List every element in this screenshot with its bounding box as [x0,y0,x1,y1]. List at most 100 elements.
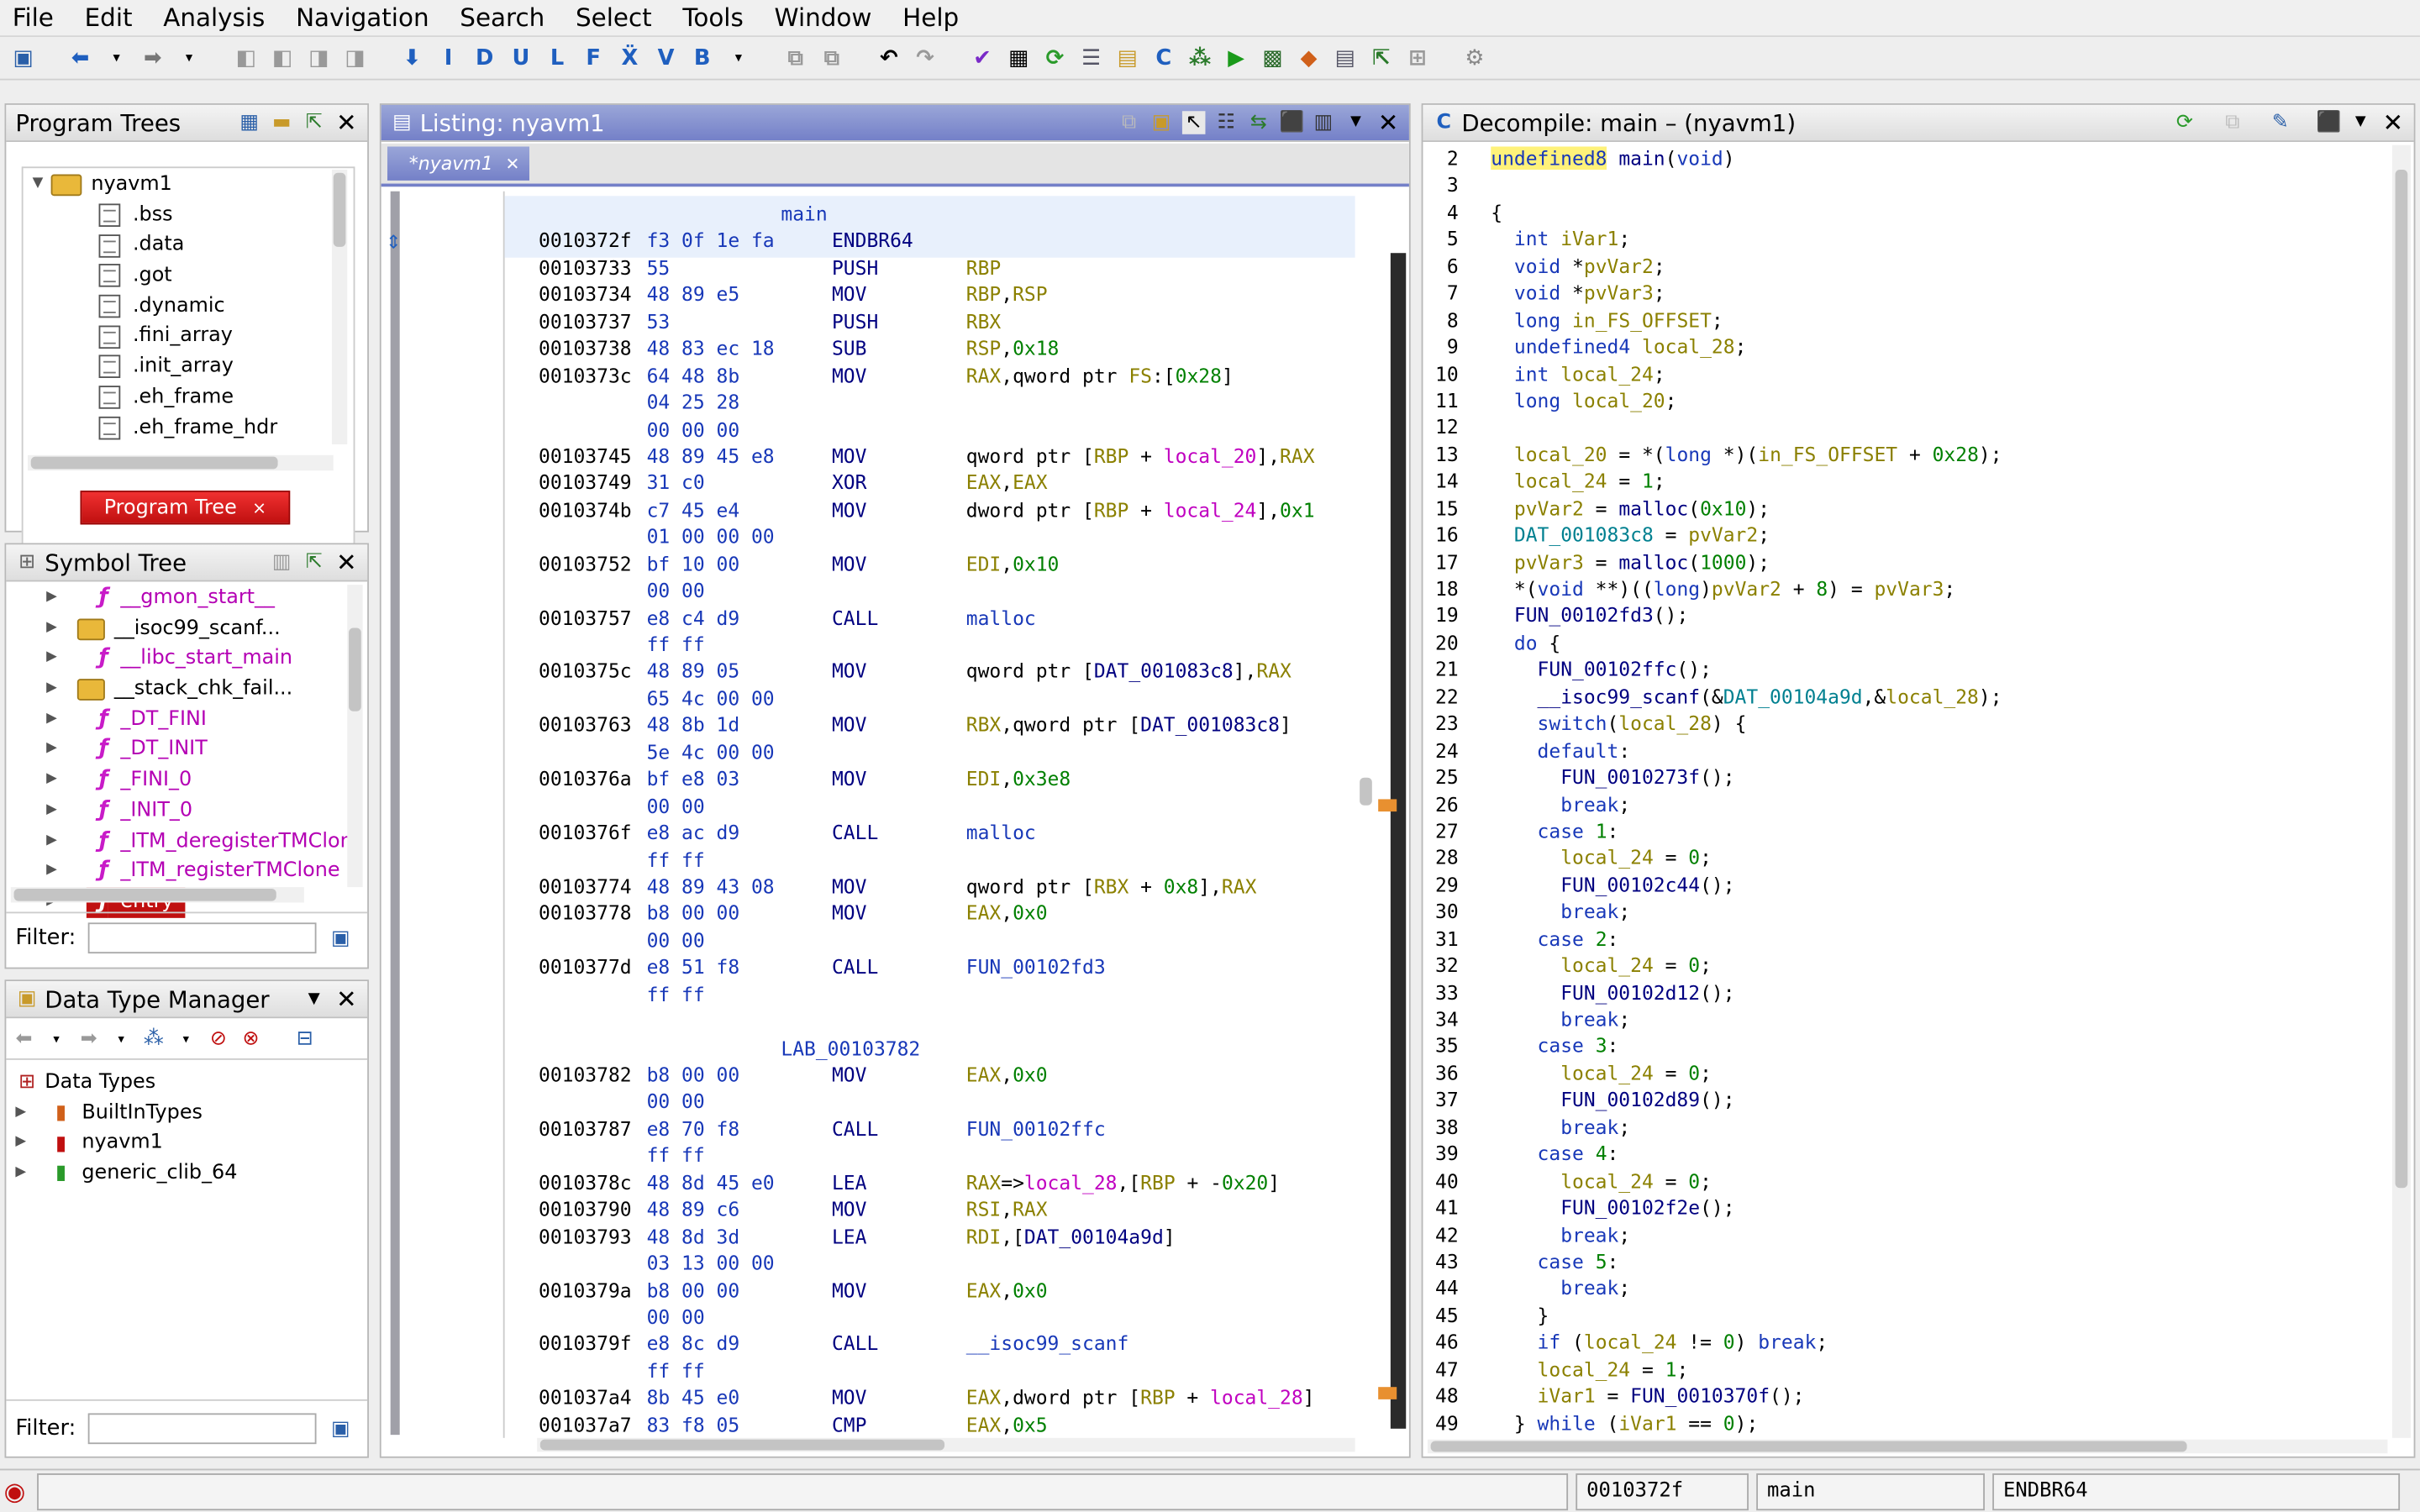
operand[interactable]: qword ptr [RBP + local_20],RAX [966,443,1315,470]
function-icon[interactable]: F [580,44,608,71]
export-tree-icon[interactable]: ⇱ [302,111,326,134]
program-tree-root[interactable]: ▼ nyavm1 [33,170,278,200]
symbol-tree-item[interactable]: ▶ __isoc99_scanf... [46,613,353,643]
expand-icon[interactable]: ▶ [46,644,65,675]
back-menu-icon[interactable]: ▾ [103,44,130,71]
data-types-root[interactable]: ⊞ Data Types [15,1068,237,1098]
menu-select[interactable]: Select [560,0,667,36]
nav-prev2-icon[interactable]: ◧ [269,44,297,71]
merge-icon[interactable]: ⧉ [781,44,809,71]
program-tree-hscrollbar[interactable] [28,454,334,471]
export-icon[interactable]: ⇱ [1367,44,1395,71]
cursor-icon[interactable]: ↖ [1181,111,1206,134]
forward-icon[interactable]: ➡ [139,44,166,71]
dtm-filter-off-icon[interactable]: ⊘ [207,1027,230,1051]
symbol-tree-item[interactable]: ▶ ƒ _FINI_0 [46,765,353,795]
menu-tools[interactable]: Tools [667,0,759,36]
listing-options-icon[interactable]: ▥ [1312,111,1335,134]
menu-analysis[interactable]: Analysis [148,0,281,36]
dtm-collapse-icon[interactable]: ⊟ [293,1027,317,1051]
sym-export-icon[interactable]: ⇱ [302,551,326,575]
menu-help[interactable]: Help [887,0,975,36]
program-tree-item[interactable]: .fini_array [33,322,278,352]
expand-icon[interactable]: ▶ [46,795,65,826]
operand[interactable]: EAX,dword ptr [RBP + local_28] [966,1384,1315,1411]
menu-file[interactable]: File [0,0,69,36]
graph-icon[interactable]: ⁂ [1186,44,1214,71]
bookmark-menu-icon[interactable]: ▾ [724,44,752,71]
data-type-archive[interactable]: ▶ ▮ generic_clib_64 [15,1158,237,1189]
dtm-menu-icon[interactable]: ▼ [302,987,326,1011]
data-type-archive[interactable]: ▶ ▮ nyavm1 [15,1128,237,1158]
symbol-filter-input[interactable] [87,922,317,954]
nav-next2-icon[interactable]: ◨ [341,44,369,71]
expand-icon[interactable]: ▶ [46,765,65,795]
data-icon[interactable]: D [471,44,498,71]
memory-icon[interactable]: ☰ [1077,44,1105,71]
operand[interactable]: malloc [966,819,1036,846]
dtm-filter-options-icon[interactable]: ▣ [329,1417,353,1441]
script-icon[interactable]: ▩ [1259,44,1286,71]
open-folder-icon[interactable]: ▬ [270,111,293,134]
program-tree-scrollbar[interactable] [331,170,348,444]
diff-view-icon[interactable]: ⇆ [1247,111,1270,134]
label-icon[interactable]: L [544,44,571,71]
operand[interactable]: RBX,qword ptr [DAT_001083c8] [966,711,1292,738]
program-tree-item[interactable]: .got [33,261,278,291]
operand[interactable]: RAX,qword ptr FS:[0x28] [966,362,1234,389]
symbol-tree-item[interactable]: ▶ ƒ _DT_FINI [46,705,353,735]
bytes-icon[interactable]: ▦ [1005,44,1033,71]
back-icon[interactable]: ⬅ [66,44,94,71]
operand[interactable]: RSI,RAX [966,1196,1048,1223]
run-icon[interactable]: ▶ [1223,44,1250,71]
close-icon[interactable]: ✕ [335,110,359,134]
redo-icon[interactable]: ↷ [912,44,939,71]
snapshot-icon[interactable]: ⬛ [1280,111,1305,134]
close-icon[interactable]: ✕ [1376,110,1400,134]
program-tree-item[interactable]: .init_array [33,352,278,382]
decompile-menu-icon[interactable]: ▼ [2349,111,2372,134]
symbol-tree-item[interactable]: ▶ ƒ __libc_start_main [46,644,353,675]
refresh-icon[interactable]: ⟳ [2173,111,2196,134]
expand-icon[interactable]: ▶ [46,675,65,705]
close-icon[interactable]: ✕ [335,987,359,1011]
dtm-forward-menu-icon[interactable]: ▾ [109,1027,133,1051]
undefined-icon[interactable]: U [507,44,534,71]
operand[interactable]: EDI,0x10 [966,550,1060,577]
tab-nyavm1[interactable]: *nyavm1 ✕ [387,146,529,181]
dtm-forward-icon[interactable]: ➡ [77,1027,101,1051]
nav-next-icon[interactable]: ◨ [305,44,333,71]
check-icon[interactable]: ✔ [969,44,997,71]
symbol-tree-item[interactable]: ▶ ƒ _ITM_registerTMClone [46,857,353,887]
dtm-nav-menu-icon[interactable]: ▾ [175,1027,198,1051]
program-tree-item[interactable]: .eh_frame [33,382,278,412]
paste-icon[interactable]: ▣ [1150,111,1173,134]
program-tree-tab[interactable]: Program Tree × [80,491,291,525]
close-icon[interactable]: ✕ [335,550,359,575]
filter-options-icon[interactable]: ▣ [329,927,353,950]
copy-icon[interactable]: ⧉ [1118,111,1141,134]
decompile-hscrollbar[interactable] [1427,1439,2388,1454]
program-tree-item[interactable]: .bss [33,200,278,230]
dtm-filter-input[interactable] [87,1413,317,1445]
instruction-icon[interactable]: I [434,44,462,71]
listing-hscrollbar[interactable] [537,1437,1355,1452]
operand[interactable]: qword ptr [RBX + 0x8],RAX [966,873,1257,900]
operand[interactable]: RAX=>local_28,[RBP + -0x20] [966,1169,1280,1196]
forward-menu-icon[interactable]: ▾ [175,44,203,71]
nonfunction-icon[interactable]: Ẍ [616,44,644,71]
debug-icon[interactable]: ⚙ [1460,44,1488,71]
dtm-back-menu-icon[interactable]: ▾ [45,1027,68,1051]
dtm-filter-arrays-icon[interactable]: ⊗ [239,1027,263,1051]
bookmark-icon[interactable]: B [688,44,716,71]
listing-menu-icon[interactable]: ▼ [1344,111,1368,134]
expand-icon[interactable]: ▶ [46,827,65,857]
value-icon[interactable]: V [652,44,680,71]
tree-icon[interactable]: ⊞ [1403,44,1431,71]
edit-icon[interactable]: ✎ [2269,111,2292,134]
operand[interactable]: FUN_00102fd3 [966,954,1106,981]
data-type-archive[interactable]: ▶ ▮ BuiltInTypes [15,1098,237,1128]
operand[interactable]: RBX [966,308,1001,335]
symbol-tree-item[interactable]: ▶ ƒ __gmon_start__ [46,583,353,613]
overview-bar[interactable] [1390,253,1407,1429]
